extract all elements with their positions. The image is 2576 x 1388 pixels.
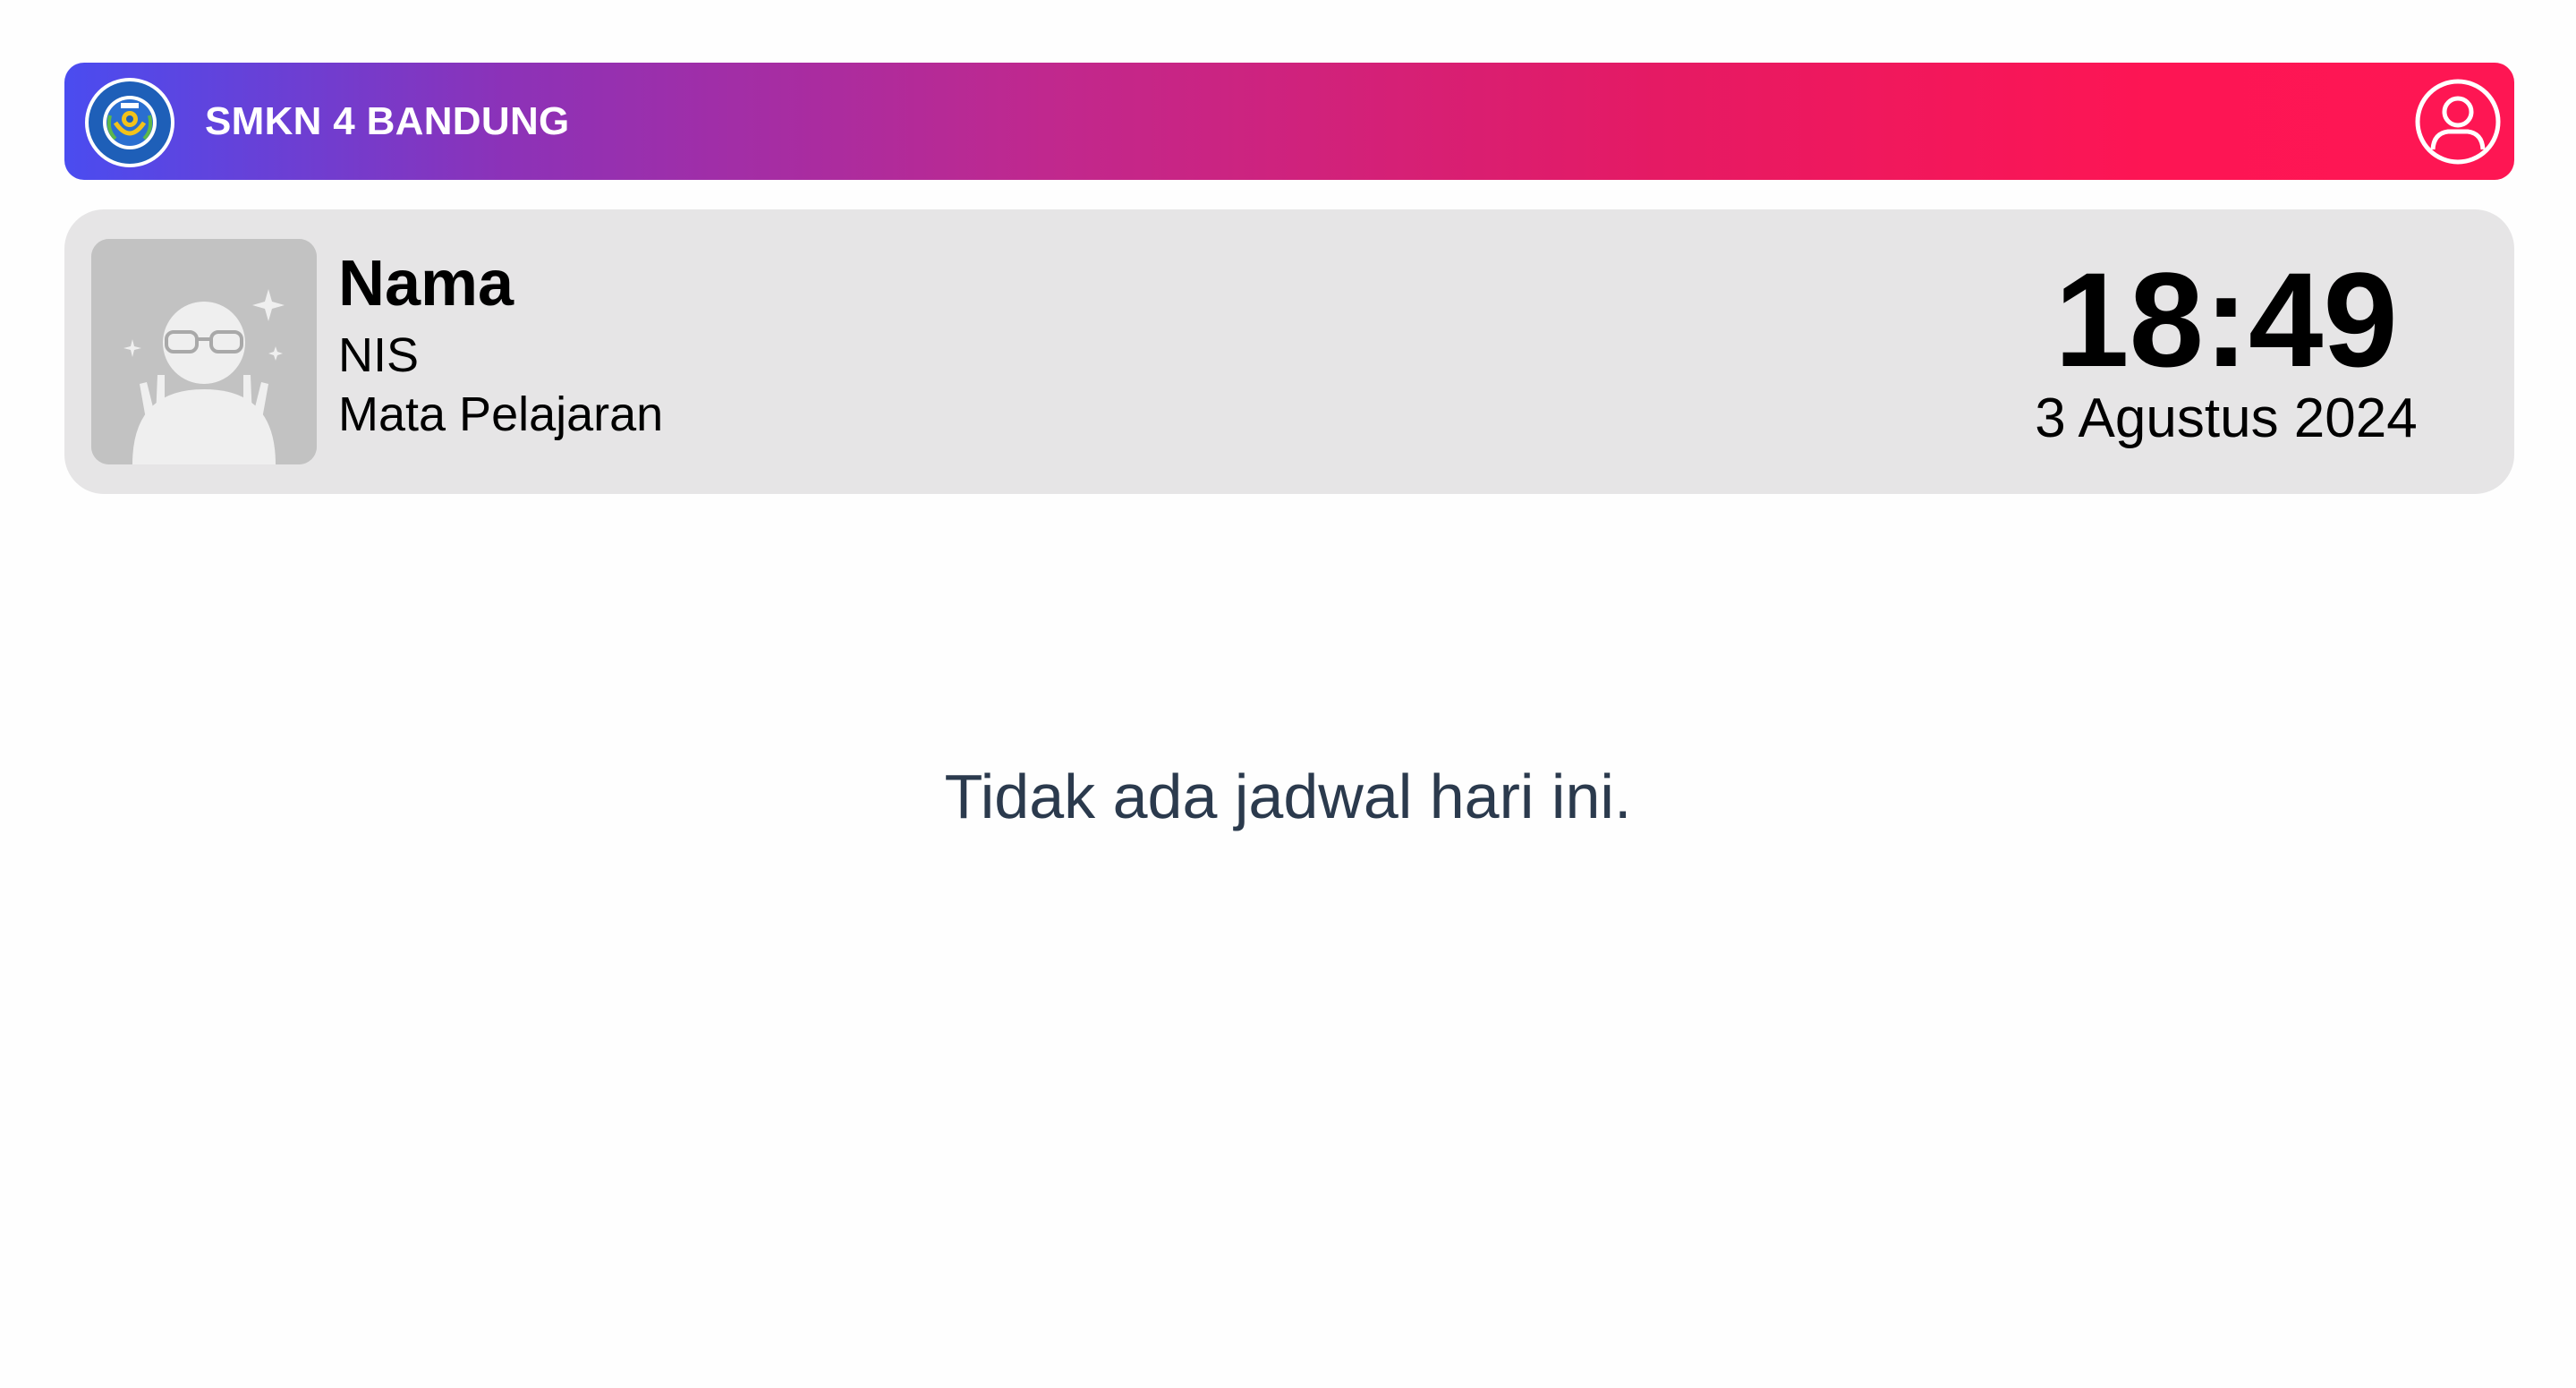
- user-circle-icon[interactable]: [2414, 78, 2502, 166]
- current-date: 3 Agustus 2024: [2035, 387, 2418, 449]
- student-nis: NIS: [338, 328, 420, 382]
- school-name: SMKN 4 BANDUNG: [205, 99, 570, 143]
- subject-name: Mata Pelajaran: [338, 387, 664, 441]
- student-info: Nama NIS Mata Pelajaran: [338, 245, 663, 444]
- current-time: 18:49: [2054, 244, 2398, 395]
- top-header-bar: SMKN 4 BANDUNG: [64, 63, 2514, 180]
- empty-schedule-message: Tidak ada jadwal hari ini.: [944, 762, 1632, 831]
- school-crest-icon: [83, 76, 176, 169]
- student-info-card: Nama NIS Mata Pelajaran 18:49 3 Agustus …: [64, 209, 2514, 494]
- default-avatar-icon: [91, 239, 317, 464]
- clock-display: 18:49 3 Agustus 2024: [2020, 252, 2432, 451]
- student-name: Nama: [338, 248, 514, 319]
